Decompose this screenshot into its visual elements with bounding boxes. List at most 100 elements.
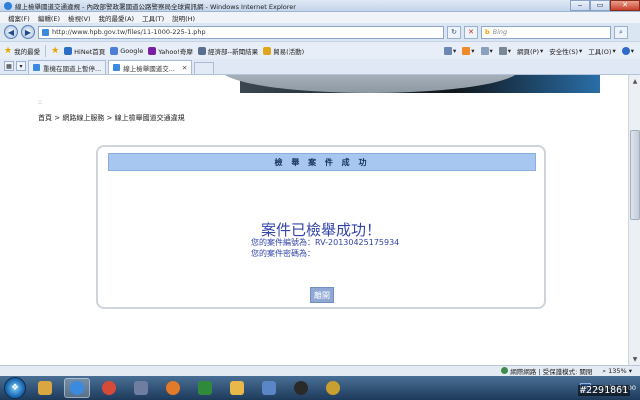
menu-favorites[interactable]: 我的最愛(A) <box>99 13 135 23</box>
zone-label: 網際網路 | 受保護模式: 關閉 <box>510 368 593 376</box>
excel-icon <box>198 381 212 395</box>
search-placeholder: Bing <box>492 28 508 36</box>
home-button[interactable]: ▾ <box>443 46 456 55</box>
close-tab-icon[interactable]: ✕ <box>182 64 187 72</box>
stop-icon: ✕ <box>468 28 474 36</box>
favorites-label: 我的最愛 <box>14 47 41 56</box>
command-bar: ▾ ▾ ▾ ▾ 網頁(P) ▾ 安全性(S) ▾ 工具(O) ▾ ▾ <box>443 46 640 56</box>
breadcrumb: 首頁 > 網路線上服務 > 線上檢舉國道交通違規 <box>38 114 185 122</box>
print-icon <box>498 46 507 55</box>
internet-zone-icon <box>501 367 509 374</box>
zoom-control[interactable]: ⌕ 135% ▾ <box>602 367 632 376</box>
scroll-up-icon[interactable]: ▲ <box>630 76 640 86</box>
taskbar-firefox[interactable] <box>160 378 186 398</box>
case-password: 您的案件密碼為： <box>251 249 315 258</box>
menu-help[interactable]: 說明(H) <box>172 13 195 23</box>
tools-menu[interactable]: 工具(O) ▾ <box>588 46 615 56</box>
search-box[interactable]: b Bing <box>481 25 611 39</box>
tab-motorcycle[interactable]: 重機在國道上暫停... <box>28 60 107 74</box>
scroll-down-icon[interactable]: ▼ <box>630 354 640 364</box>
start-button[interactable]: ❖ <box>4 377 26 399</box>
address-url: http://www.hpb.gov.tw/files/11-1000-225-… <box>52 28 206 36</box>
taskbar-media[interactable] <box>128 378 154 398</box>
hinet-icon <box>64 46 73 55</box>
search-button[interactable]: ⌕ <box>614 25 628 39</box>
menu-view[interactable]: 檢視(V) <box>68 13 91 23</box>
taskbar-explorer[interactable] <box>32 378 58 398</box>
mail-button[interactable]: ▾ <box>480 46 493 55</box>
vertical-scrollbar[interactable]: ▲ ▼ <box>628 75 640 365</box>
taskbar-outlook[interactable] <box>224 378 250 398</box>
tab-bar: ▦ ▾ 重機在國道上暫停... 線上檢舉國道交... ✕ <box>0 59 640 75</box>
print-button[interactable]: ▾ <box>498 46 511 55</box>
menu-tools[interactable]: 工具(T) <box>142 13 164 23</box>
anchor-dots: :: <box>38 99 43 106</box>
moea-icon <box>197 46 206 55</box>
mail-icon <box>480 46 489 55</box>
back-button[interactable]: ◀ <box>4 25 18 39</box>
page-content: :: 首頁 > 網路線上服務 > 線上檢舉國道交通違規 檢 舉 案 件 成 功 … <box>0 75 628 365</box>
zoom-level: 135% <box>608 366 627 375</box>
fav-item-hinet[interactable]: HiNet首頁 <box>64 46 105 56</box>
address-row: ◀ ▶ http://www.hpb.gov.tw/files/11-1000-… <box>0 23 640 41</box>
fav-item-moea[interactable]: 經濟部--新聞結果 <box>197 46 258 56</box>
window-title: 線上檢舉國道交通違規 - 內政部警政署國道公路警察局全球資訊網 - Window… <box>15 2 296 11</box>
tab-report[interactable]: 線上檢舉國道交... ✕ <box>108 60 193 74</box>
fav-item-trade[interactable]: 貿易(活動) <box>263 46 304 56</box>
address-bar[interactable]: http://www.hpb.gov.tw/files/11-1000-225-… <box>38 25 444 39</box>
taskbar-chrome[interactable] <box>96 378 122 398</box>
favorites-button[interactable]: ★ 我的最愛 <box>4 46 40 56</box>
menu-file[interactable]: 檔案(F) <box>8 13 30 23</box>
menu-bar: 檔案(F) 編輯(E) 檢視(V) 我的最愛(A) 工具(T) 說明(H) <box>0 12 640 23</box>
bing-icon: b <box>485 28 490 36</box>
yahoo-icon <box>148 46 157 55</box>
forward-button[interactable]: ▶ <box>21 25 35 39</box>
tab-page-icon <box>113 64 121 71</box>
safety-menu[interactable]: 安全性(S) ▾ <box>549 46 582 56</box>
minimize-button[interactable]: ‒ <box>570 0 590 11</box>
tab-label: 線上檢舉國道交... <box>123 64 175 73</box>
quick-tabs-icon[interactable]: ▦ <box>4 61 14 71</box>
add-favorite-icon[interactable]: ★ <box>51 46 59 56</box>
page-menu-label: 網頁(P) <box>517 47 540 56</box>
menu-edit[interactable]: 編輯(E) <box>38 13 60 23</box>
window-controls: ‒ ▭ ✕ <box>570 0 640 12</box>
photos-icon <box>262 381 276 395</box>
pen-icon <box>294 381 308 395</box>
taskbar-emblem[interactable] <box>320 378 346 398</box>
status-bar: 網際網路 | 受保護模式: 關閉 ⌕ 135% ▾ <box>0 365 640 376</box>
taskbar-ie[interactable] <box>64 378 90 398</box>
tab-list-icon[interactable]: ▾ <box>16 61 26 71</box>
watermark: #2291861 <box>578 385 631 396</box>
stop-button[interactable]: ✕ <box>464 25 478 39</box>
back-arrow-icon: ◀ <box>7 27 15 37</box>
new-tab-button[interactable] <box>194 62 215 74</box>
fav-item-google[interactable]: Google <box>110 46 143 55</box>
leave-button[interactable]: 離開 <box>310 287 334 303</box>
refresh-button[interactable]: ↻ <box>447 25 461 39</box>
home-icon <box>443 46 452 55</box>
tab-label: 重機在國道上暫停... <box>43 64 102 73</box>
case-number: 您的案件編號為：RV-20130425175934 <box>251 238 400 247</box>
star-icon: ★ <box>4 45 13 56</box>
close-button[interactable]: ✕ <box>610 0 640 11</box>
panel-title: 檢 舉 案 件 成 功 <box>108 153 536 171</box>
fav-item-yahoo[interactable]: Yahoo!奇摩 <box>148 46 193 56</box>
feeds-button[interactable]: ▾ <box>462 46 475 55</box>
ie-icon <box>4 1 12 10</box>
media-icon <box>134 381 148 395</box>
chrome-icon <box>102 381 116 395</box>
help-button[interactable]: ▾ <box>621 46 634 55</box>
maximize-button[interactable]: ▭ <box>590 0 610 11</box>
taskbar-excel[interactable] <box>192 378 218 398</box>
taskbar-photos[interactable] <box>256 378 282 398</box>
refresh-icon: ↻ <box>451 28 457 36</box>
windows-logo-icon: ❖ <box>10 383 20 393</box>
folder-icon <box>38 381 52 395</box>
firefox-icon <box>166 381 180 395</box>
page-menu[interactable]: 網頁(P) ▾ <box>517 46 543 56</box>
taskbar: ❖ A ▴ 下午 06:00 <box>0 376 640 400</box>
taskbar-pen[interactable] <box>288 378 314 398</box>
scroll-thumb[interactable] <box>630 130 640 220</box>
help-icon <box>621 46 630 55</box>
